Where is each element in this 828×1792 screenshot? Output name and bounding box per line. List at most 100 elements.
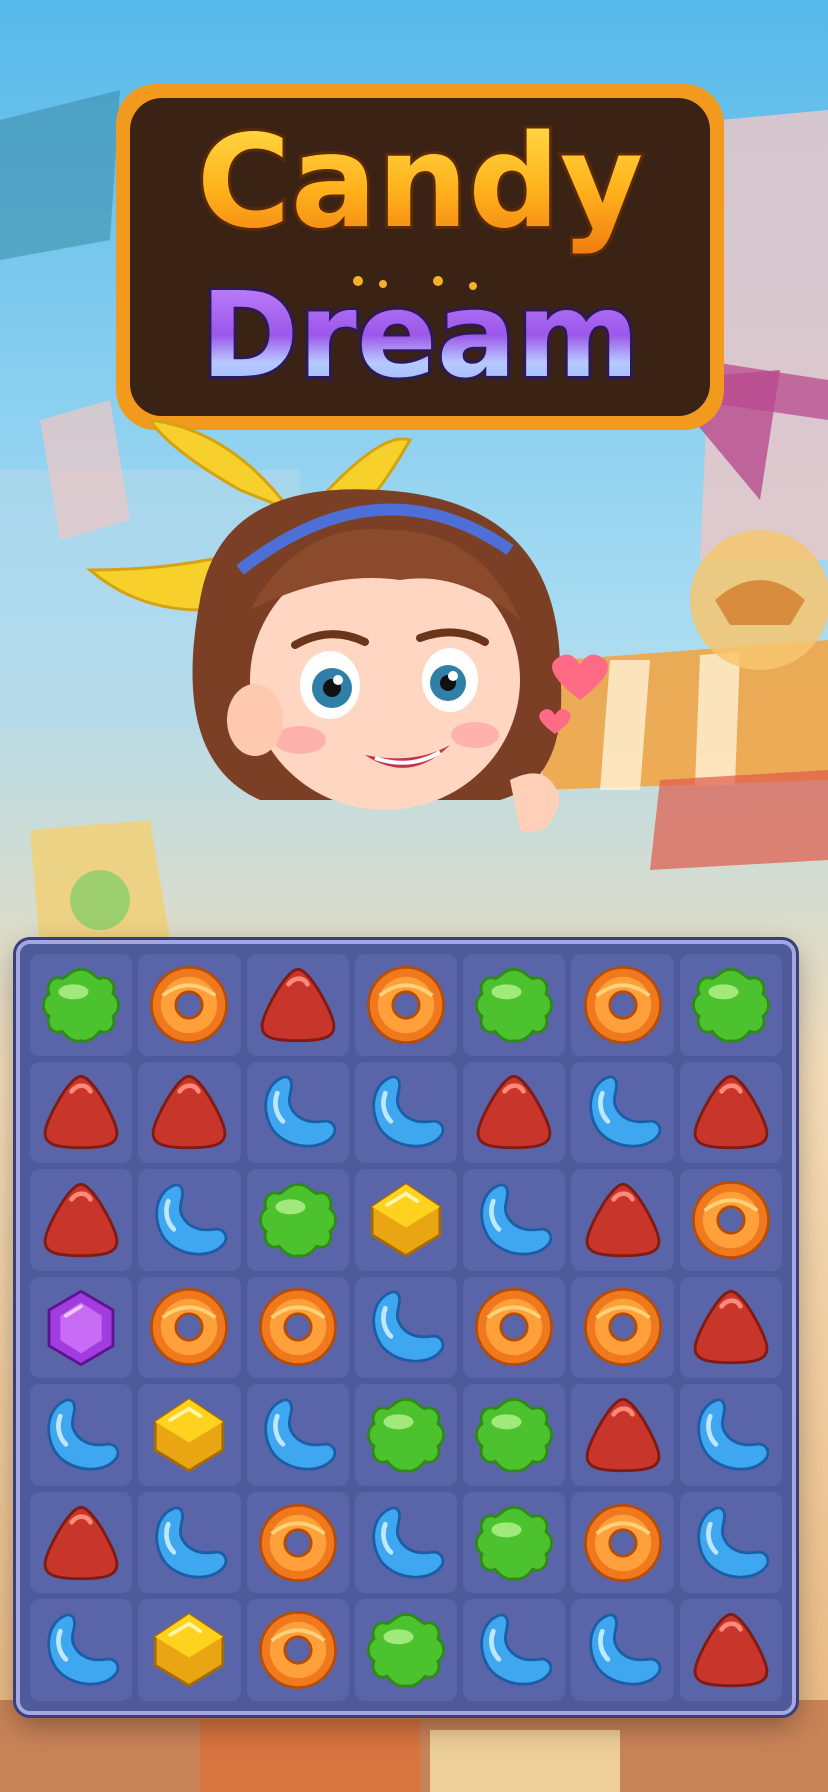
green-jelly-flower-icon[interactable] (359, 1388, 453, 1482)
board-cell[interactable] (679, 1384, 782, 1486)
purple-hexagon-icon[interactable] (34, 1280, 128, 1374)
orange-donut-icon[interactable] (251, 1496, 345, 1590)
red-gumdrop-icon[interactable] (576, 1173, 670, 1267)
red-gumdrop-icon[interactable] (142, 1065, 236, 1159)
board-cell[interactable] (30, 1491, 133, 1594)
yellow-cube-icon[interactable] (142, 1388, 236, 1482)
green-jelly-flower-icon[interactable] (467, 1388, 561, 1482)
board-cell[interactable] (30, 1276, 133, 1379)
board-cell[interactable] (30, 1599, 133, 1701)
red-gumdrop-icon[interactable] (684, 1065, 778, 1159)
board-cell[interactable] (138, 1169, 241, 1271)
board-cell[interactable] (138, 1061, 241, 1164)
board-cell[interactable] (463, 954, 566, 1056)
board-cell[interactable] (463, 1061, 566, 1164)
blue-jellybean-icon[interactable] (251, 1065, 345, 1159)
board-cell[interactable] (246, 1276, 349, 1379)
orange-donut-icon[interactable] (467, 1280, 561, 1374)
blue-jellybean-icon[interactable] (34, 1388, 128, 1482)
board-cell[interactable] (246, 1169, 349, 1271)
green-jelly-flower-icon[interactable] (34, 958, 128, 1052)
orange-donut-icon[interactable] (251, 1280, 345, 1374)
board-cell[interactable] (138, 1276, 241, 1379)
board-cell[interactable] (463, 1599, 566, 1701)
board-cell[interactable] (138, 1384, 241, 1486)
red-gumdrop-icon[interactable] (576, 1388, 670, 1482)
board-cell[interactable] (354, 1599, 458, 1701)
board-cell[interactable] (463, 1276, 566, 1379)
red-gumdrop-icon[interactable] (251, 958, 345, 1052)
yellow-cube-icon[interactable] (142, 1603, 236, 1697)
board-cell[interactable] (354, 954, 458, 1056)
board-cell[interactable] (463, 1384, 566, 1486)
board-cell[interactable] (463, 1169, 566, 1271)
board-cell[interactable] (679, 1061, 782, 1164)
board-cell[interactable] (679, 1276, 782, 1379)
board-cell[interactable] (354, 1061, 458, 1164)
green-jelly-flower-icon[interactable] (467, 1496, 561, 1590)
blue-jellybean-icon[interactable] (467, 1173, 561, 1267)
board-cell[interactable] (679, 1491, 782, 1594)
board-cell[interactable] (571, 1276, 674, 1379)
blue-jellybean-icon[interactable] (142, 1496, 236, 1590)
red-gumdrop-icon[interactable] (467, 1065, 561, 1159)
orange-donut-icon[interactable] (576, 1280, 670, 1374)
orange-donut-icon[interactable] (142, 1280, 236, 1374)
blue-jellybean-icon[interactable] (251, 1388, 345, 1482)
orange-donut-icon[interactable] (684, 1173, 778, 1267)
board-cell[interactable] (30, 1061, 133, 1164)
blue-jellybean-icon[interactable] (359, 1280, 453, 1374)
game-board (16, 940, 796, 1715)
board-cell[interactable] (138, 954, 241, 1056)
red-gumdrop-icon[interactable] (34, 1065, 128, 1159)
board-cell[interactable] (571, 1169, 674, 1271)
green-jelly-flower-icon[interactable] (251, 1173, 345, 1267)
red-gumdrop-icon[interactable] (34, 1173, 128, 1267)
board-cell[interactable] (30, 954, 133, 1056)
red-gumdrop-icon[interactable] (684, 1603, 778, 1697)
board-cell[interactable] (30, 1169, 133, 1271)
board-cell[interactable] (679, 1599, 782, 1701)
blue-jellybean-icon[interactable] (684, 1496, 778, 1590)
blue-jellybean-icon[interactable] (142, 1173, 236, 1267)
blue-jellybean-icon[interactable] (467, 1603, 561, 1697)
blue-jellybean-icon[interactable] (359, 1496, 453, 1590)
board-cell[interactable] (571, 1384, 674, 1486)
board-cell[interactable] (571, 1061, 674, 1164)
game-screen: Candy Dream (0, 0, 828, 1792)
red-gumdrop-icon[interactable] (34, 1496, 128, 1590)
blue-jellybean-icon[interactable] (576, 1065, 670, 1159)
orange-donut-icon[interactable] (576, 1496, 670, 1590)
board-cell[interactable] (246, 954, 349, 1056)
blue-jellybean-icon[interactable] (359, 1065, 453, 1159)
board-cell[interactable] (246, 1384, 349, 1486)
orange-donut-icon[interactable] (359, 958, 453, 1052)
yellow-cube-icon[interactable] (359, 1173, 453, 1267)
orange-donut-icon[interactable] (142, 958, 236, 1052)
board-cell[interactable] (354, 1384, 458, 1486)
green-jelly-flower-icon[interactable] (467, 958, 561, 1052)
board-cell[interactable] (571, 954, 674, 1056)
board-cell[interactable] (354, 1169, 458, 1271)
board-cell[interactable] (138, 1491, 241, 1594)
board-cell[interactable] (246, 1491, 349, 1594)
board-cell[interactable] (246, 1599, 349, 1701)
board-cell[interactable] (354, 1276, 458, 1379)
board-cell[interactable] (463, 1491, 566, 1594)
blue-jellybean-icon[interactable] (576, 1603, 670, 1697)
board-cell[interactable] (571, 1599, 674, 1701)
board-cell[interactable] (246, 1061, 349, 1164)
green-jelly-flower-icon[interactable] (359, 1603, 453, 1697)
board-cell[interactable] (30, 1384, 133, 1486)
green-jelly-flower-icon[interactable] (684, 958, 778, 1052)
board-cell[interactable] (679, 1169, 782, 1271)
board-cell[interactable] (138, 1599, 241, 1701)
orange-donut-icon[interactable] (576, 958, 670, 1052)
board-cell[interactable] (679, 954, 782, 1056)
red-gumdrop-icon[interactable] (684, 1280, 778, 1374)
orange-donut-icon[interactable] (251, 1603, 345, 1697)
blue-jellybean-icon[interactable] (684, 1388, 778, 1482)
board-cell[interactable] (354, 1491, 458, 1594)
blue-jellybean-icon[interactable] (34, 1603, 128, 1697)
board-cell[interactable] (571, 1491, 674, 1594)
